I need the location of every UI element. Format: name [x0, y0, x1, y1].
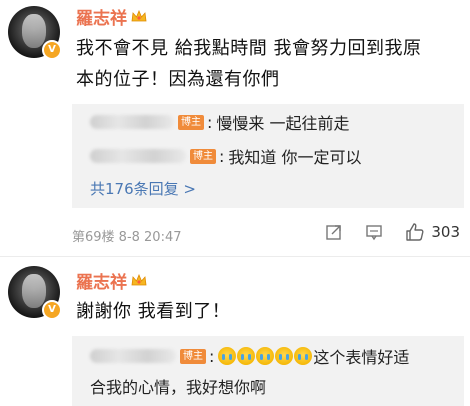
reply-item-continued: 合我的心情，我好想你啊 [90, 374, 266, 398]
avatar-image [22, 274, 46, 308]
host-badge: 博主 [190, 148, 216, 164]
crying-face-icon [275, 347, 294, 365]
username[interactable]: 羅志祥 [76, 268, 147, 293]
avatar[interactable]: V [8, 6, 62, 60]
reply-colon: : [209, 346, 215, 366]
comment-footer: 第69楼 8-8 20:47 303 [72, 223, 464, 246]
blurred-username [90, 349, 176, 363]
reply-text: 我知道 你一定可以 [228, 148, 362, 167]
crying-face-icon [237, 347, 256, 365]
thumbs-up-icon [406, 223, 424, 241]
verified-badge-icon: V [42, 40, 62, 60]
comment-line: 本的位子！因為還有你們 [76, 69, 280, 90]
blurred-username [90, 149, 186, 163]
username-text: 羅志祥 [76, 273, 127, 293]
host-badge: 博主 [180, 348, 206, 364]
reply-text: 这个表情好适 [313, 348, 410, 367]
crown-icon [131, 9, 147, 21]
comment-line: 我不會不見 給我點時間 我會努力回到我原 [76, 38, 422, 59]
avatar[interactable]: V [8, 266, 62, 320]
comment-content: 謝謝你 我看到了！ [76, 296, 230, 327]
floor-time: 第69楼 8-8 20:47 [72, 230, 182, 245]
crying-face-icon [256, 347, 275, 365]
replies-panel: 博主 : 慢慢来 一起往前走 博主 : 我知道 你一定可以 共176条回复 > [72, 104, 464, 208]
comment-icon[interactable] [365, 223, 383, 241]
comment-content: 我不會不見 給我點時間 我會努力回到我原 本的位子！因為還有你們 [76, 33, 421, 95]
avatar-image [22, 14, 46, 48]
reply-text: 合我的心情，我好想你啊 [90, 378, 267, 397]
username-text: 羅志祥 [76, 9, 127, 29]
like-count: 303 [431, 223, 460, 241]
reply-item[interactable]: 博主 : 这个表情好适 [90, 344, 409, 368]
action-bar: 303 [325, 222, 460, 242]
username[interactable]: 羅志祥 [76, 4, 147, 29]
reply-colon: : [207, 112, 213, 132]
more-replies-link[interactable]: 共176条回复 > [90, 178, 196, 199]
crown-icon [131, 273, 147, 285]
share-icon[interactable] [325, 223, 343, 241]
reply-text: 慢慢来 一起往前走 [216, 114, 350, 133]
crying-face-icon [294, 347, 313, 365]
divider [0, 256, 470, 257]
verified-badge-icon: V [42, 300, 62, 320]
like-button[interactable]: 303 [405, 222, 460, 242]
replies-panel: 博主 : 这个表情好适 合我的心情，我好想你啊 [72, 336, 464, 406]
reply-item[interactable]: 博主 : 我知道 你一定可以 [90, 144, 361, 168]
reply-colon: : [219, 146, 225, 166]
reply-item[interactable]: 博主 : 慢慢来 一起往前走 [90, 110, 349, 134]
blurred-username [90, 115, 174, 129]
host-badge: 博主 [178, 114, 204, 130]
comment-line: 謝謝你 我看到了！ [76, 301, 231, 322]
crying-face-icon [218, 347, 237, 365]
